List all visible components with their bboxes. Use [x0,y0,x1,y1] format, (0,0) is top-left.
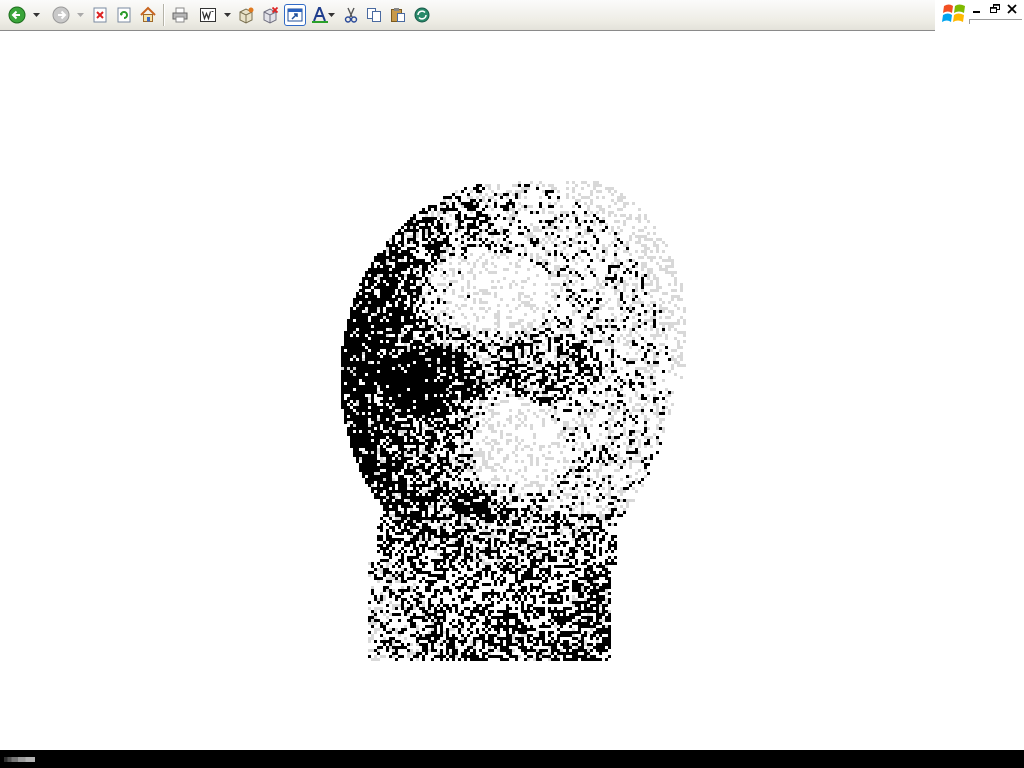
zoom-slider-track[interactable] [969,19,1022,24]
restore-icon [990,4,1000,13]
font-dropdown[interactable] [328,12,335,18]
print-button[interactable] [169,4,191,26]
toolbar-separator [163,4,165,26]
window-corner [935,0,1024,30]
copy-icon [367,8,381,22]
cut-button[interactable] [340,4,362,26]
home-button[interactable] [137,4,159,26]
windows-logo-icon [942,4,965,22]
messenger-icon [414,7,430,23]
paste-icon [391,8,405,22]
minimize-button[interactable] [970,3,984,15]
font-icon [312,7,328,23]
toolbar [0,0,935,31]
edit-dropdown[interactable] [224,12,231,18]
printer-icon [172,7,188,23]
refresh-button[interactable] [113,4,135,26]
add-to-box-button[interactable] [235,4,257,26]
status-bar [0,750,1024,768]
chevron-down-icon [77,13,84,17]
image-canvas [0,31,1024,750]
dithered-portrait-image [341,181,686,661]
forward-dropdown[interactable] [77,12,84,18]
remove-box-button[interactable] [259,4,281,26]
stop-icon [93,7,107,23]
home-icon [140,6,156,22]
minimize-icon [973,11,980,13]
edit-word-button[interactable] [197,4,219,26]
refresh-icon [117,7,131,23]
full-screen-button[interactable] [284,4,306,26]
box-add-icon [239,7,254,24]
back-arrow-icon [8,6,26,24]
forward-button[interactable] [50,4,72,26]
box-remove-icon [263,6,279,24]
messenger-button[interactable] [411,4,433,26]
close-button[interactable] [1005,3,1019,15]
chevron-down-icon [328,13,335,17]
forward-arrow-icon [52,6,70,24]
chevron-down-icon [33,13,40,17]
back-button[interactable] [6,4,28,26]
scissors-icon [344,7,358,23]
word-icon [200,8,216,22]
restore-button[interactable] [988,3,1002,15]
paste-button[interactable] [387,4,409,26]
close-icon [1007,4,1017,14]
chevron-down-icon [224,13,231,17]
progress-indicator [4,757,35,762]
back-dropdown[interactable] [33,12,40,18]
stop-button[interactable] [89,4,111,26]
copy-button[interactable] [363,4,385,26]
window-icon [287,8,303,22]
